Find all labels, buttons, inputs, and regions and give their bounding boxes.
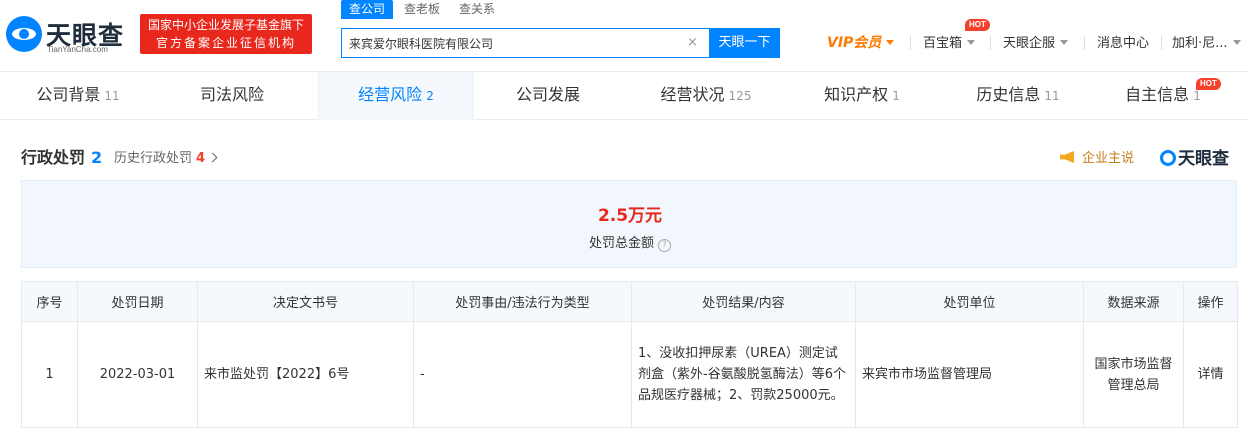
section-count: 2 — [91, 148, 103, 167]
vip-label: VIP会员 — [827, 35, 882, 51]
tab-label: 经营风险 — [358, 85, 423, 104]
eye-logo-icon — [6, 16, 42, 52]
column-header: 处罚事由/违法行为类型 — [413, 281, 632, 322]
table-row: 1 2022-03-01 来市监处罚【2022】6号 - 1、没收扣押尿素（UR… — [21, 321, 1238, 428]
section-tabs: 公司背景 11 司法风险 经营风险 2 公司发展 经营状况 125 知识产权 1 历史信… — [0, 72, 1248, 120]
tab-company-development[interactable]: 公司发展 — [472, 72, 628, 120]
owner-says-link[interactable]: 企业主说 — [1060, 147, 1134, 166]
penalty-total-label: 处罚总金额 — [588, 236, 654, 251]
column-header: 操作 — [1183, 281, 1238, 322]
penalty-reason: - — [413, 321, 632, 428]
enterprise-service-menu[interactable]: 天眼企服 — [1003, 32, 1069, 51]
section-title-label: 行政处罚 — [21, 148, 86, 167]
search-tab-boss[interactable]: 查老板 — [404, 0, 440, 19]
fund-badge-line-1: 国家中小企业发展子基金旗下 — [148, 18, 305, 32]
tab-operational-risk[interactable]: 经营风险 2 — [318, 72, 474, 120]
hot-badge: HOT — [965, 19, 990, 31]
logo-domain: TianYanCha.com — [47, 45, 108, 54]
user-name: 加利·尼... — [1172, 36, 1228, 51]
divider — [990, 36, 991, 50]
penalty-result: 1、没收扣押尿素（UREA）测定试剂盒（紫外-谷氨酸脱氢酶法）等6个品规医疗器械… — [631, 321, 856, 428]
message-center-link[interactable]: 消息中心 — [1097, 32, 1149, 51]
brand-label: 天眼查 — [1178, 149, 1229, 169]
divider — [1084, 36, 1085, 50]
tab-label: 自主信息 — [1125, 85, 1190, 104]
section-title: 行政处罚 2 — [21, 144, 102, 168]
user-menu[interactable]: 加利·尼... — [1172, 32, 1241, 51]
tab-judicial-risk[interactable]: 司法风险 — [156, 72, 312, 120]
tab-divider — [318, 72, 319, 120]
fund-badge: 国家中小企业发展子基金旗下 官方备案企业征信机构 — [140, 14, 312, 54]
search-tab-relation[interactable]: 查关系 — [459, 0, 495, 19]
divider — [910, 36, 911, 50]
enterprise-service-label: 天眼企服 — [1003, 36, 1056, 51]
column-header: 数据来源 — [1083, 281, 1184, 322]
search-button[interactable]: 天眼一下 — [709, 28, 780, 58]
hot-badge: HOT — [1196, 78, 1221, 90]
chevron-right-icon — [207, 152, 218, 163]
divider — [1161, 36, 1162, 50]
tab-count: 11 — [1044, 89, 1060, 103]
tab-label: 公司背景 — [36, 85, 101, 104]
penalty-unit: 来宾市市场监督管理局 — [855, 321, 1084, 428]
table-header-row: 序号 处罚日期 决定文书号 处罚事由/违法行为类型 处罚结果/内容 处罚单位 数… — [21, 281, 1238, 322]
toolbox-menu[interactable]: 百宝箱 — [923, 32, 976, 51]
brand-watermark: 天眼查 — [1160, 144, 1229, 169]
search-box: × — [341, 28, 709, 58]
tab-label: 历史信息 — [976, 85, 1041, 104]
megaphone-icon — [1060, 151, 1074, 163]
column-header: 决定文书号 — [197, 281, 414, 322]
search-input[interactable] — [342, 29, 682, 57]
top-header: 天眼查 TianYanCha.com 国家中小企业发展子基金旗下 官方备案企业征… — [0, 0, 1248, 72]
data-source: 国家市场监督管理总局 — [1083, 321, 1184, 428]
tab-intellectual-property[interactable]: 知识产权 1 — [784, 72, 940, 120]
clear-icon[interactable]: × — [687, 35, 698, 50]
detail-link[interactable]: 详情 — [1183, 321, 1238, 428]
penalty-total-value: 2.5万元 — [597, 206, 663, 226]
tab-count: 125 — [728, 89, 752, 103]
tab-label: 公司发展 — [515, 85, 580, 104]
tab-label: 知识产权 — [824, 85, 889, 104]
penalty-total-label-wrap: 处罚总金额? — [22, 232, 1238, 252]
tab-label: 司法风险 — [199, 85, 264, 104]
tab-count: 1 — [1193, 89, 1201, 103]
tab-count: 11 — [104, 89, 120, 103]
history-penalty-count: 4 — [196, 151, 206, 166]
penalty-summary: 2.5万元 处罚总金额? — [21, 180, 1237, 268]
tab-business-status[interactable]: 经营状况 125 — [628, 72, 784, 120]
decision-doc-number: 来市监处罚【2022】6号 — [197, 321, 414, 428]
eye-logo-icon — [1160, 150, 1176, 166]
penalty-table: 序号 处罚日期 决定文书号 处罚事由/违法行为类型 处罚结果/内容 处罚单位 数… — [21, 281, 1238, 428]
owner-says-label: 企业主说 — [1082, 151, 1135, 166]
tab-divider — [472, 72, 473, 120]
penalty-date: 2022-03-01 — [77, 321, 198, 428]
row-index: 1 — [21, 321, 78, 428]
chevron-down-icon — [886, 40, 895, 45]
toolbox-label: 百宝箱 — [923, 36, 963, 51]
search-tab-company[interactable]: 查公司 — [341, 0, 394, 19]
chevron-down-icon — [1232, 40, 1241, 45]
history-penalty-link[interactable]: 历史行政处罚 4 — [114, 147, 218, 166]
tab-count: 2 — [426, 89, 434, 103]
chevron-down-icon — [967, 40, 976, 45]
tab-count: 1 — [892, 89, 900, 103]
tab-company-background[interactable]: 公司背景 11 — [0, 72, 156, 120]
column-header: 序号 — [21, 281, 78, 322]
history-penalty-label: 历史行政处罚 — [114, 151, 193, 166]
column-header[interactable]: 处罚日期 — [77, 281, 198, 322]
tab-history-info[interactable]: 历史信息 11 — [940, 72, 1096, 120]
tab-label: 经营状况 — [660, 85, 725, 104]
vip-menu[interactable]: VIP会员 — [827, 32, 895, 52]
fund-badge-line-2: 官方备案企业征信机构 — [155, 36, 296, 50]
column-header: 处罚结果/内容 — [631, 281, 856, 322]
chevron-down-icon — [1060, 40, 1069, 45]
column-header: 处罚单位 — [855, 281, 1084, 322]
tianyancha-logo[interactable]: 天眼查 TianYanCha.com — [6, 14, 134, 56]
help-icon[interactable]: ? — [658, 239, 671, 252]
